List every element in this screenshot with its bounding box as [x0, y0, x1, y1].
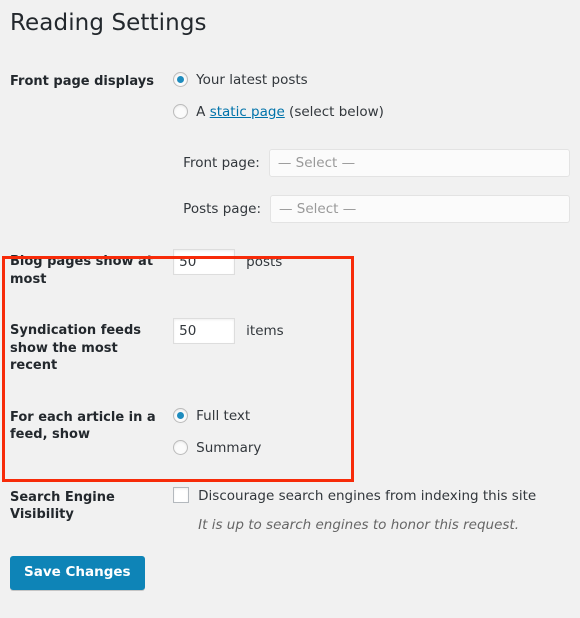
- table-row-syndication-feeds: Syndication feeds show the most recent i…: [0, 305, 580, 392]
- reading-settings-form-table: Front page displays Your latest posts A …: [0, 56, 580, 548]
- syndication-input[interactable]: [173, 318, 236, 345]
- table-row-search-visibility: Search Engine Visibility Discourage sear…: [0, 472, 580, 548]
- front-page-select-row: Front page: — Select —: [183, 149, 570, 177]
- radio-option-latest-posts[interactable]: Your latest posts: [173, 69, 570, 91]
- label-front-page-displays: Front page displays: [10, 74, 154, 89]
- blog-pages-input[interactable]: [173, 249, 236, 275]
- radio-latest-posts-icon[interactable]: [173, 72, 189, 87]
- cell-front-page-displays: Your latest posts A static page (select …: [173, 56, 580, 136]
- front-page-select-label: Front page:: [183, 154, 260, 171]
- cell-page-selects: Front page: — Select — Posts page: — Sel…: [173, 136, 580, 236]
- table-row-page-selects: Front page: — Select — Posts page: — Sel…: [0, 136, 580, 236]
- label-blog-pages: Blog pages show at most: [10, 254, 154, 287]
- radio-option-summary[interactable]: Summary: [173, 437, 570, 459]
- radio-option-full-text[interactable]: Full text: [173, 405, 570, 427]
- radio-option-static-page-suffix: (select below): [284, 104, 384, 120]
- discourage-search-engines-checkbox-icon[interactable]: [173, 486, 190, 503]
- radio-option-full-text-label: Full text: [196, 407, 251, 424]
- checkbox-option-discourage-search-engines[interactable]: Discourage search engines from indexing …: [173, 485, 570, 507]
- cell-feed-article: Full text Summary: [173, 392, 580, 472]
- posts-page-select[interactable]: — Select —: [270, 195, 570, 223]
- static-page-link[interactable]: static page: [210, 104, 285, 120]
- radio-option-summary-label: Summary: [196, 439, 262, 456]
- cell-search-visibility: Discourage search engines from indexing …: [173, 472, 580, 548]
- label-page-selects-empty: [0, 136, 173, 236]
- cell-syndication-feeds: items: [173, 305, 580, 392]
- label-search-visibility: Search Engine Visibility: [10, 489, 115, 523]
- table-row-feed-article: For each article in a feed, show Full te…: [0, 392, 580, 472]
- reading-settings-page: Reading Settings Front page displays You…: [0, 0, 580, 618]
- radio-summary-icon[interactable]: [173, 439, 189, 455]
- save-changes-button[interactable]: Save Changes: [10, 555, 145, 591]
- blog-pages-suffix: posts: [246, 253, 283, 270]
- page-title: Reading Settings: [10, 10, 207, 36]
- radio-static-page-icon[interactable]: [173, 104, 189, 119]
- posts-page-select-label: Posts page:: [183, 200, 261, 217]
- syndication-input-row: items: [173, 318, 570, 345]
- table-row-front-page-displays: Front page displays Your latest posts A …: [0, 56, 580, 136]
- radio-option-static-page[interactable]: A static page (select below): [173, 101, 570, 123]
- radio-full-text-icon[interactable]: [173, 407, 189, 423]
- syndication-suffix: items: [246, 322, 284, 339]
- radio-option-static-page-prefix: A: [196, 104, 210, 120]
- search-visibility-hint: It is up to search engines to honor this…: [198, 516, 520, 533]
- radio-option-latest-posts-label: Your latest posts: [196, 72, 308, 88]
- label-syndication-feeds: Syndication feeds show the most recent: [10, 323, 142, 374]
- label-feed-article: For each article in a feed, show: [10, 409, 156, 443]
- posts-page-select-row: Posts page: — Select —: [183, 195, 570, 223]
- front-page-select[interactable]: — Select —: [268, 149, 570, 177]
- blog-pages-input-row: posts: [173, 249, 570, 275]
- submit-area: Save Changes: [0, 548, 580, 591]
- discourage-search-engines-label: Discourage search engines from indexing …: [198, 487, 537, 504]
- cell-blog-pages: posts: [173, 236, 580, 305]
- table-row-blog-pages: Blog pages show at most posts: [0, 236, 580, 305]
